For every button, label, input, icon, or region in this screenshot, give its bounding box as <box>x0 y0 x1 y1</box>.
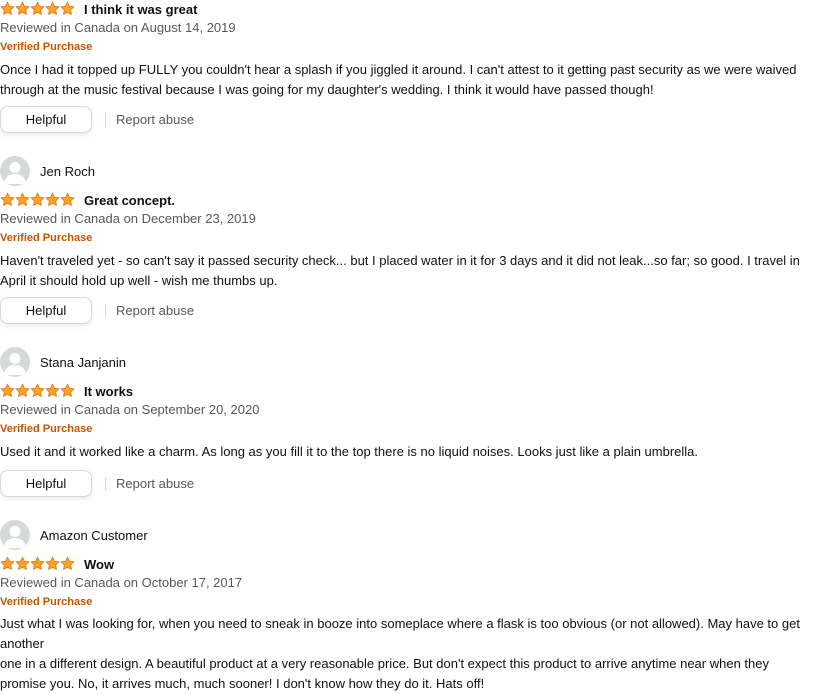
avatar <box>0 520 30 550</box>
star-icon <box>30 192 45 208</box>
review-body-line: Once I had it topped up FULLY you couldn… <box>0 62 797 77</box>
review-actions: Helpful Report abuse <box>0 469 194 498</box>
action-divider <box>105 112 106 127</box>
helpful-button[interactable]: Helpful <box>0 297 92 324</box>
star-icon <box>15 383 30 399</box>
action-divider <box>105 303 106 318</box>
star-rating <box>0 383 76 399</box>
review-date: Reviewed in Canada on October 17, 2017 <box>0 575 243 590</box>
star-rating <box>0 556 76 572</box>
star-icon <box>60 192 75 208</box>
star-icon <box>15 1 30 17</box>
star-icon <box>0 1 15 17</box>
review-rating-row: Great concept. <box>0 191 175 209</box>
star-icon <box>0 192 15 208</box>
review-title[interactable]: I think it was great <box>84 2 197 17</box>
star-icon <box>15 192 30 208</box>
verified-purchase-badge: Verified Purchase <box>0 423 93 435</box>
star-icon <box>60 556 75 572</box>
star-icon <box>45 192 60 208</box>
review-body: Used it and it worked like a charm. As l… <box>0 442 829 462</box>
review-rating-row: I think it was great <box>0 0 197 18</box>
review-body-line: another <box>0 636 45 651</box>
star-icon <box>30 383 45 399</box>
review-date: Reviewed in Canada on December 23, 2019 <box>0 211 256 226</box>
review-actions: Helpful Report abuse <box>0 296 194 325</box>
star-rating <box>0 192 76 208</box>
review-body-line: Haven't traveled yet - so can't say it p… <box>0 253 800 268</box>
review-body-line: one in a different design. A beautiful p… <box>0 656 769 671</box>
review-body: Haven't traveled yet - so can't say it p… <box>0 251 829 291</box>
star-icon <box>30 556 45 572</box>
star-icon <box>15 556 30 572</box>
review-body: Once I had it topped up FULLY you couldn… <box>0 60 829 100</box>
user-silhouette-icon <box>4 162 26 184</box>
user-silhouette-icon <box>4 353 26 375</box>
reviewer-name: Amazon Customer <box>40 527 148 543</box>
star-icon <box>60 383 75 399</box>
star-icon <box>45 1 60 17</box>
avatar <box>0 156 30 186</box>
star-icon <box>0 556 15 572</box>
review-actions: Helpful Report abuse <box>0 105 194 134</box>
report-abuse-link[interactable]: Report abuse <box>116 476 194 491</box>
review-title[interactable]: Wow <box>84 557 114 572</box>
verified-purchase-badge: Verified Purchase <box>0 232 93 244</box>
review-body-line: Used it and it worked like a charm. As l… <box>0 444 699 459</box>
helpful-button[interactable]: Helpful <box>0 470 92 497</box>
review-rating-row: It works <box>0 382 133 400</box>
report-abuse-link[interactable]: Report abuse <box>116 303 194 318</box>
user-silhouette-icon <box>4 526 26 548</box>
review-body-line: April it should hold up well - wish me t… <box>0 273 278 288</box>
helpful-button[interactable]: Helpful <box>0 106 92 133</box>
star-icon <box>60 1 75 17</box>
reviewer-profile[interactable]: Jen Roch <box>0 156 95 186</box>
avatar <box>0 347 30 377</box>
star-rating <box>0 1 76 17</box>
action-divider <box>105 476 106 491</box>
review-body-line: promise you. No, it arrives much, much s… <box>0 676 485 691</box>
star-icon <box>0 383 15 399</box>
star-icon <box>30 1 45 17</box>
review-body: Just what I was looking for, when you ne… <box>0 614 829 694</box>
reviewer-profile[interactable]: Stana Janjanin <box>0 347 126 377</box>
review-date: Reviewed in Canada on August 14, 2019 <box>0 20 236 35</box>
verified-purchase-badge: Verified Purchase <box>0 41 93 53</box>
reviewer-name: Jen Roch <box>40 163 95 179</box>
verified-purchase-badge: Verified Purchase <box>0 596 93 608</box>
reviewer-profile[interactable]: Amazon Customer <box>0 520 148 550</box>
report-abuse-link[interactable]: Report abuse <box>116 112 194 127</box>
star-icon <box>45 556 60 572</box>
reviewer-name: Stana Janjanin <box>40 354 127 370</box>
star-icon <box>45 383 60 399</box>
review-title[interactable]: Great concept. <box>84 193 175 208</box>
review-title[interactable]: It works <box>84 384 133 399</box>
review-rating-row: Wow <box>0 555 114 573</box>
review-body-line: through at the music festival because I … <box>0 82 654 97</box>
review-body-line: Just what I was looking for, when you ne… <box>0 616 800 631</box>
review-date: Reviewed in Canada on September 20, 2020 <box>0 402 260 417</box>
